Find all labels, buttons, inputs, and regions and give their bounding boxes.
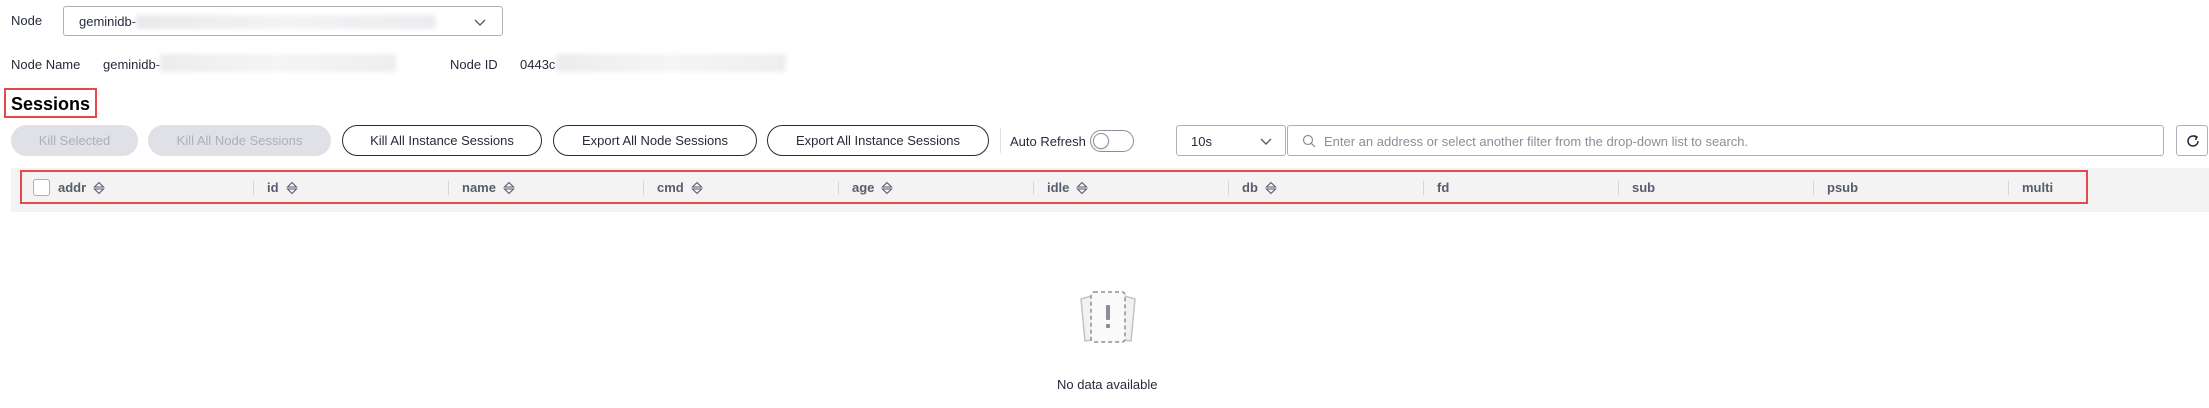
sort-icon[interactable] bbox=[1265, 181, 1277, 195]
refresh-interval-select[interactable]: 10s bbox=[1176, 125, 1286, 156]
column-separator[interactable] bbox=[1228, 181, 1229, 195]
sort-icon[interactable] bbox=[93, 181, 105, 195]
node-name-value: geminidb- bbox=[103, 57, 161, 72]
column-header-name[interactable]: name bbox=[462, 180, 515, 195]
toggle-knob bbox=[1093, 133, 1109, 149]
node-id-value: 0443c bbox=[520, 57, 556, 72]
chevron-down-icon bbox=[474, 19, 486, 26]
column-separator[interactable] bbox=[448, 181, 449, 195]
column-header-age[interactable]: age bbox=[852, 180, 894, 195]
column-header-sub: sub bbox=[1632, 180, 1655, 195]
sort-icon[interactable] bbox=[881, 181, 894, 195]
node-label: Node bbox=[11, 13, 43, 28]
toolbar-divider bbox=[1000, 128, 1001, 153]
column-header-label: id bbox=[267, 180, 279, 195]
column-header-label: psub bbox=[1827, 180, 1859, 195]
column-header-label: name bbox=[462, 180, 496, 195]
sort-icon[interactable] bbox=[1076, 181, 1089, 195]
column-header-addr[interactable]: addr bbox=[58, 180, 105, 195]
column-separator[interactable] bbox=[838, 181, 839, 195]
column-header-fd: fd bbox=[1437, 180, 1449, 195]
search-icon bbox=[1302, 134, 1316, 148]
node-name-label: Node Name bbox=[11, 57, 81, 72]
masked-node-id bbox=[556, 54, 786, 72]
column-header-id[interactable]: id bbox=[267, 180, 298, 195]
column-header-label: cmd bbox=[657, 180, 684, 195]
kill-selected-button[interactable]: Kill Selected bbox=[11, 125, 138, 156]
export-all-node-sessions-button[interactable]: Export All Node Sessions bbox=[553, 125, 757, 156]
empty-state-icon bbox=[1080, 291, 1136, 343]
column-header-db[interactable]: db bbox=[1242, 180, 1277, 195]
refresh-button[interactable] bbox=[2176, 125, 2208, 156]
column-header-label: multi bbox=[2022, 180, 2054, 195]
node-id-label: Node ID bbox=[450, 57, 498, 72]
column-separator[interactable] bbox=[253, 181, 254, 195]
sort-icon[interactable] bbox=[503, 181, 515, 195]
auto-refresh-toggle[interactable] bbox=[1090, 130, 1134, 152]
column-header-label: db bbox=[1242, 180, 1258, 195]
column-header-label: age bbox=[852, 180, 875, 195]
column-header-psub: psub bbox=[1827, 180, 1858, 195]
column-header-idle[interactable]: idle bbox=[1047, 180, 1089, 195]
column-header-label: fd bbox=[1437, 180, 1450, 195]
sort-icon[interactable] bbox=[690, 181, 703, 195]
select-all-checkbox[interactable] bbox=[33, 179, 50, 196]
column-header-label: addr bbox=[58, 180, 87, 195]
refresh-icon bbox=[2187, 134, 2199, 147]
refresh-interval-value: 10s bbox=[1191, 134, 1212, 149]
column-header-label: sub bbox=[1632, 180, 1656, 195]
empty-state-text: No data available bbox=[1057, 377, 1158, 392]
column-header-multi: multi bbox=[2022, 180, 2053, 195]
column-header-cmd[interactable]: cmd bbox=[657, 180, 703, 195]
column-separator[interactable] bbox=[1423, 181, 1424, 195]
column-separator[interactable] bbox=[1813, 181, 1814, 195]
column-separator[interactable] bbox=[643, 181, 644, 195]
masked-node-name-info bbox=[160, 54, 396, 72]
sessions-title: Sessions bbox=[4, 88, 98, 118]
kill-all-node-sessions-button[interactable]: Kill All Node Sessions bbox=[148, 125, 331, 156]
sort-icon[interactable] bbox=[285, 181, 298, 195]
column-header-label: idle bbox=[1047, 180, 1070, 195]
node-select-value: geminidb- bbox=[79, 14, 137, 29]
kill-all-instance-sessions-button[interactable]: Kill All Instance Sessions bbox=[342, 125, 542, 156]
chevron-down-icon bbox=[1260, 138, 1272, 145]
column-separator[interactable] bbox=[1033, 181, 1034, 195]
node-select[interactable]: geminidb- bbox=[63, 6, 503, 36]
search-input[interactable]: Enter an address or select another filte… bbox=[1287, 125, 2164, 156]
column-separator[interactable] bbox=[1618, 181, 1619, 195]
masked-node-name bbox=[136, 15, 436, 29]
auto-refresh-label: Auto Refresh bbox=[1010, 134, 1086, 149]
export-all-instance-sessions-button[interactable]: Export All Instance Sessions bbox=[767, 125, 989, 156]
column-separator[interactable] bbox=[2008, 181, 2009, 195]
search-placeholder: Enter an address or select another filte… bbox=[1324, 134, 1749, 149]
